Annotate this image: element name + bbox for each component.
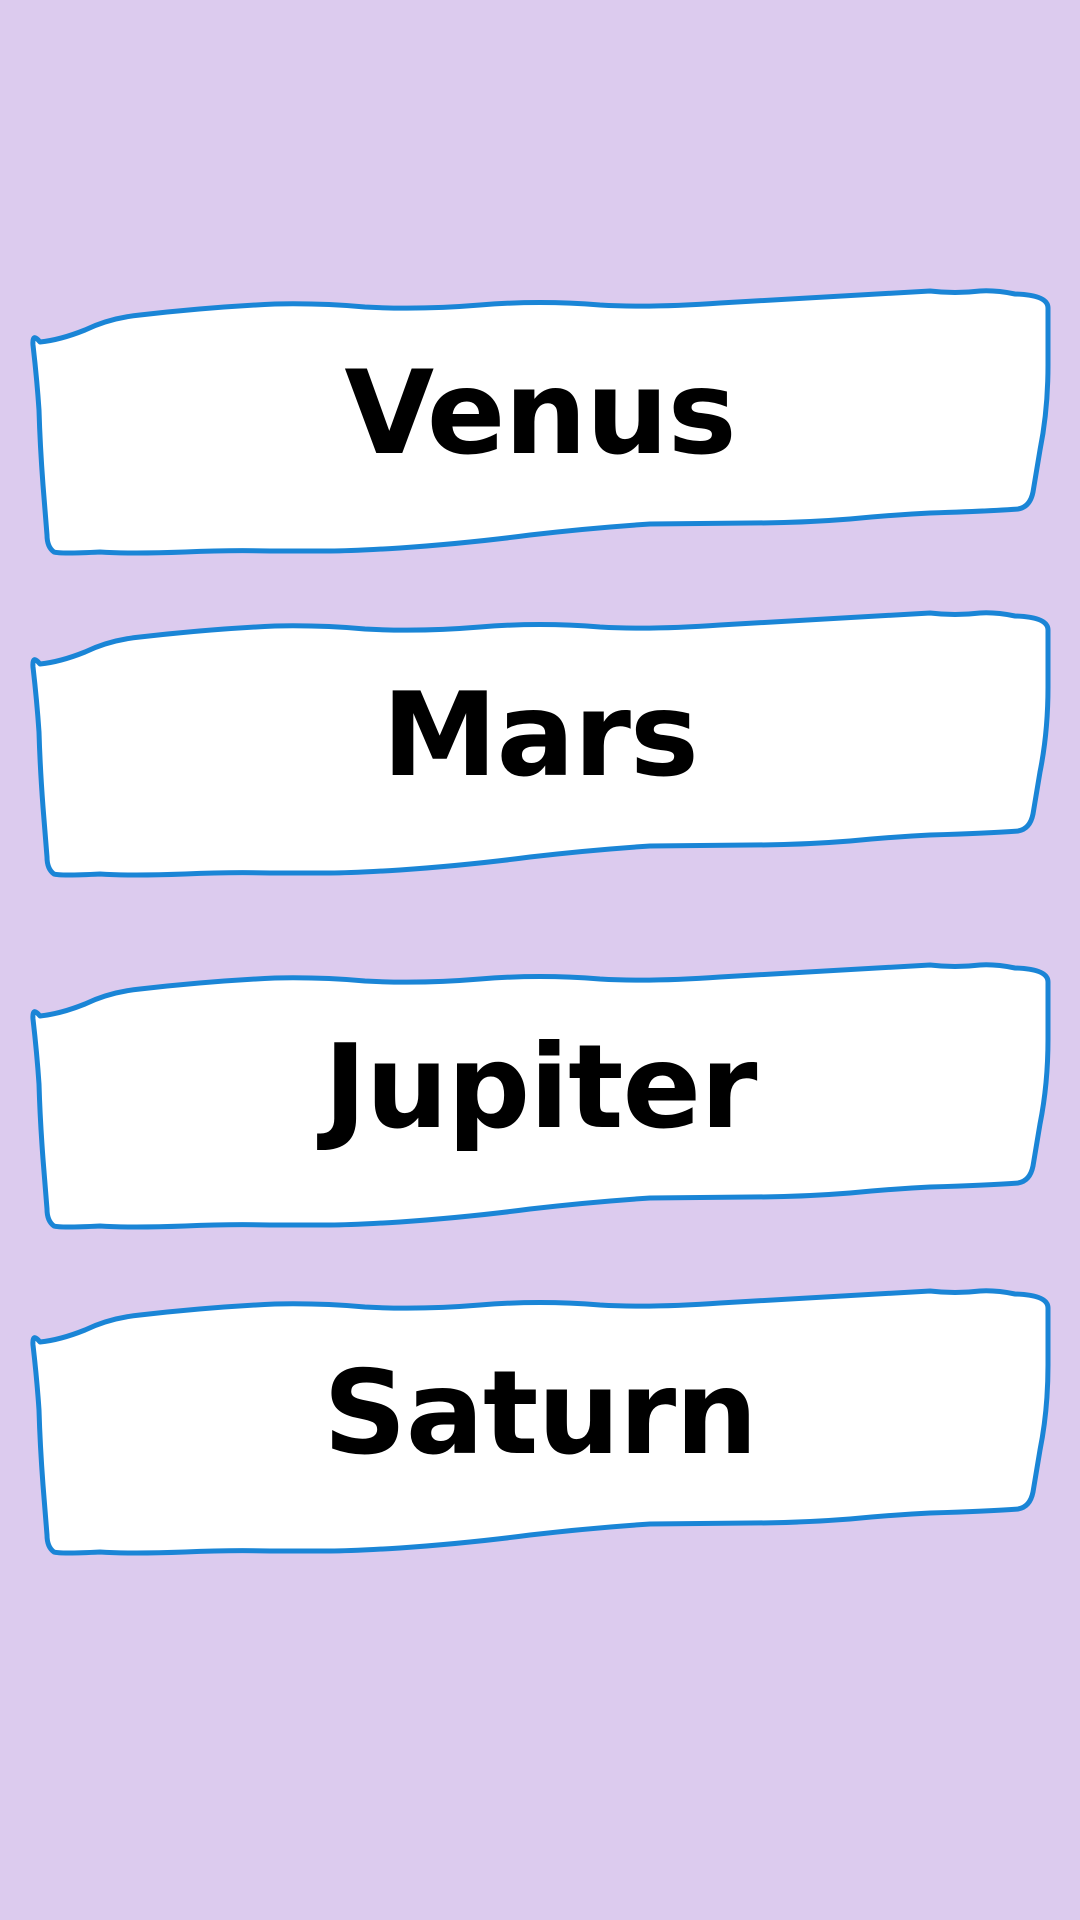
answer-option-venus[interactable]: Venus (0, 270, 1080, 556)
option-label: Mars (382, 667, 699, 803)
answer-option-mars[interactable]: Mars (0, 592, 1080, 878)
answer-option-jupiter[interactable]: Jupiter (0, 944, 1080, 1230)
option-label: Jupiter (323, 1019, 758, 1155)
option-label: Venus (344, 345, 736, 481)
option-label: Saturn (323, 1345, 758, 1481)
answer-option-saturn[interactable]: Saturn (0, 1270, 1080, 1556)
